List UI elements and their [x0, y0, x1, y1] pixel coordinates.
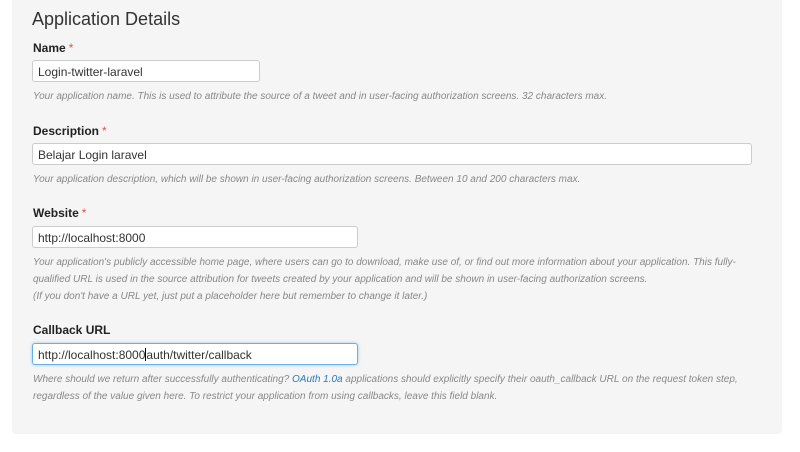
callback-help-part-2: applications should explicitly specify t… — [345, 374, 738, 385]
name-help-text: Your application name. This is used to a… — [33, 91, 608, 102]
callback-help-line-2: regardless of the value given here. To r… — [33, 391, 498, 402]
website-input[interactable]: http://localhost:8000 — [32, 226, 358, 248]
callback-url-value-end: auth/twitter/callback — [146, 348, 252, 362]
website-help-line-1: Your application's publicly accessible h… — [33, 257, 736, 268]
description-help-text: Your application description, which will… — [33, 174, 581, 185]
callback-url-label: Callback URL — [33, 323, 111, 337]
callback-help-part-1: Where should we return after successfull… — [33, 374, 290, 385]
website-label: Website * — [33, 206, 86, 220]
name-input[interactable]: Login-twitter-laravel — [32, 60, 260, 82]
name-label: Name * — [33, 41, 73, 55]
callback-help-line-1: Where should we return after successfull… — [33, 371, 738, 388]
oauth-link[interactable]: OAuth 1.0a — [292, 374, 343, 385]
callback-url-help-text: Where should we return after successfull… — [33, 371, 738, 405]
name-label-text: Name — [33, 41, 66, 55]
page-title: Application Details — [32, 9, 181, 29]
callback-url-value-start: http://localhost:8000 — [38, 348, 146, 362]
callback-url-input[interactable]: http://localhost:8000auth/twitter/callba… — [32, 343, 358, 365]
required-mark: * — [102, 124, 107, 138]
website-help-line-2: qualified URL is used in the source attr… — [33, 274, 648, 285]
website-help-line-3: (If you don't have a URL yet, just put a… — [33, 291, 428, 302]
website-label-text: Website — [33, 206, 79, 220]
website-help-text: Your application's publicly accessible h… — [33, 254, 736, 305]
required-mark: * — [68, 41, 74, 55]
description-label-text: Description — [33, 124, 100, 138]
description-input[interactable]: Belajar Login laravel — [32, 143, 752, 165]
description-label: Description * — [33, 124, 107, 138]
required-mark: * — [81, 206, 87, 220]
